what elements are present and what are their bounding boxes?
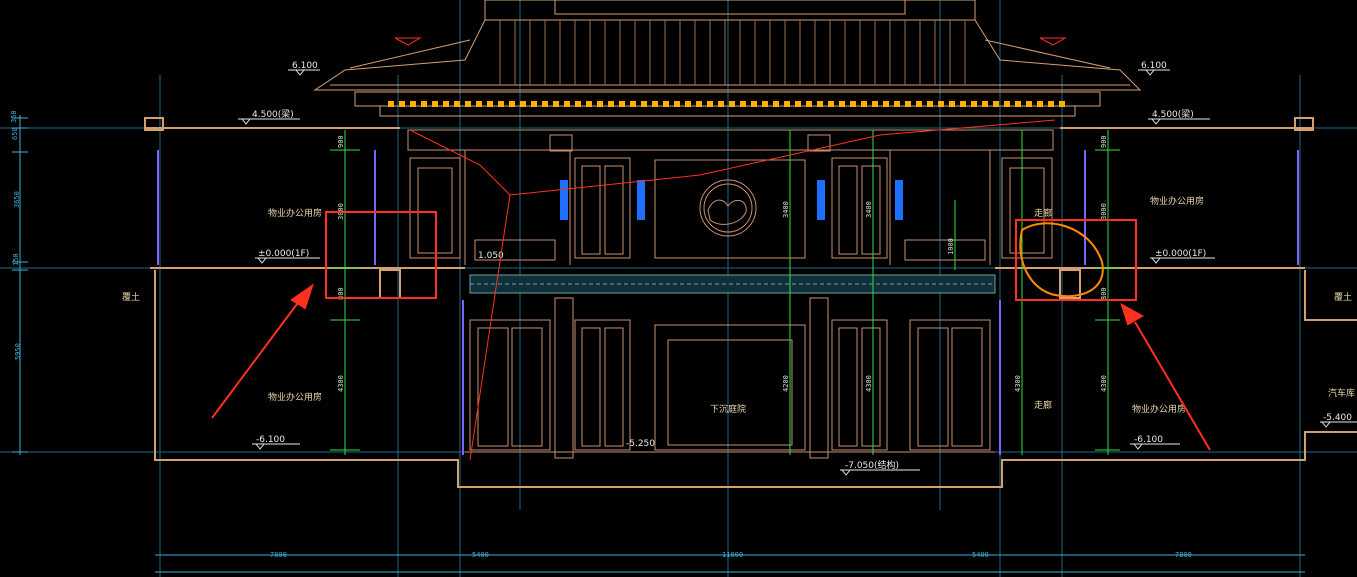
bottom-dim-2: 11000	[722, 551, 743, 559]
gdim-i: 4300	[865, 375, 873, 392]
elev-upper-right: 4.500(梁)	[1152, 108, 1194, 120]
room-upper-right: 物业办公用房	[1150, 195, 1204, 207]
elev-upper-left: 4.500(梁)	[252, 108, 294, 120]
elev-right-low: -5.400	[1323, 413, 1352, 423]
gdim-g: 1000	[947, 238, 955, 255]
section-drawing: 350 650 3650 150 5950 7800 5400 11000 54…	[0, 0, 1357, 577]
elev-inner-left: -5.250	[626, 439, 655, 449]
left-dim-3: 150	[12, 253, 20, 266]
room-corridor-upper: 走廊	[1034, 207, 1052, 219]
bottom-dim-1: 5400	[472, 551, 489, 559]
left-dimension-chain	[12, 115, 28, 455]
left-dim-0: 350	[10, 110, 18, 123]
gdim-m: 4300	[1014, 375, 1022, 392]
left-dim-1: 650	[11, 127, 19, 140]
gdim-d: 4300	[337, 375, 345, 392]
room-car: 汽车库	[1328, 387, 1355, 399]
blue-panels	[560, 180, 903, 220]
annotation-box-right	[1015, 219, 1137, 301]
gdim-j: 900	[1100, 135, 1108, 148]
room-corridor-lower: 走廊	[1034, 399, 1052, 411]
facade-lower	[465, 297, 995, 459]
elev-base-left: -6.100	[256, 435, 285, 445]
gdim-n: 4300	[1100, 375, 1108, 392]
elev-base-right: -6.100	[1134, 435, 1163, 445]
bottom-dim-3: 5400	[972, 551, 989, 559]
left-dim-2: 3650	[13, 191, 21, 208]
room-center-lower: 下沉庭院	[710, 403, 746, 415]
elev-ground-left: ±0.000(1F)	[258, 249, 309, 259]
room-lower-right: 物业办公用房	[1132, 403, 1186, 415]
facade-upper	[407, 129, 1054, 265]
left-dim-4: 5950	[14, 343, 22, 360]
gdim-h: 4200	[782, 375, 790, 392]
elev-roof-right: 6.100	[1141, 61, 1167, 71]
gdim-a: 900	[337, 135, 345, 148]
gdim-e: 3400	[782, 201, 790, 218]
medallion-cloud	[707, 199, 747, 225]
room-right-soil: 覆土	[1334, 291, 1352, 303]
elev-roof-left: 6.100	[292, 61, 318, 71]
gdim-l: 800	[1100, 287, 1108, 300]
cad-canvas[interactable]: 350 650 3650 150 5950 7800 5400 11000 54…	[0, 0, 1357, 577]
elev-ground-right: ±0.000(1F)	[1155, 249, 1206, 259]
room-upper-left: 物业办公用房	[268, 207, 322, 219]
room-left-soil: 覆土	[122, 291, 140, 303]
bottom-dim-4: 7800	[1175, 551, 1192, 559]
green-dim-labels: 900 3000 800 4300 3400 3400 1000 4200 43…	[337, 135, 1108, 392]
gdim-f: 3400	[865, 201, 873, 218]
bottom-dim-0: 7800	[270, 551, 287, 559]
roof-rafters	[499, 20, 966, 85]
arrow-left-head	[290, 283, 314, 310]
elev-pit: -7.050(结构)	[845, 459, 899, 471]
slabs	[144, 117, 1357, 488]
arrow-right-head	[1120, 302, 1145, 326]
room-lower-left: 物业办公用房	[268, 391, 322, 403]
arrow-right-shaft	[1134, 321, 1211, 451]
gdim-k: 3000	[1100, 203, 1108, 220]
